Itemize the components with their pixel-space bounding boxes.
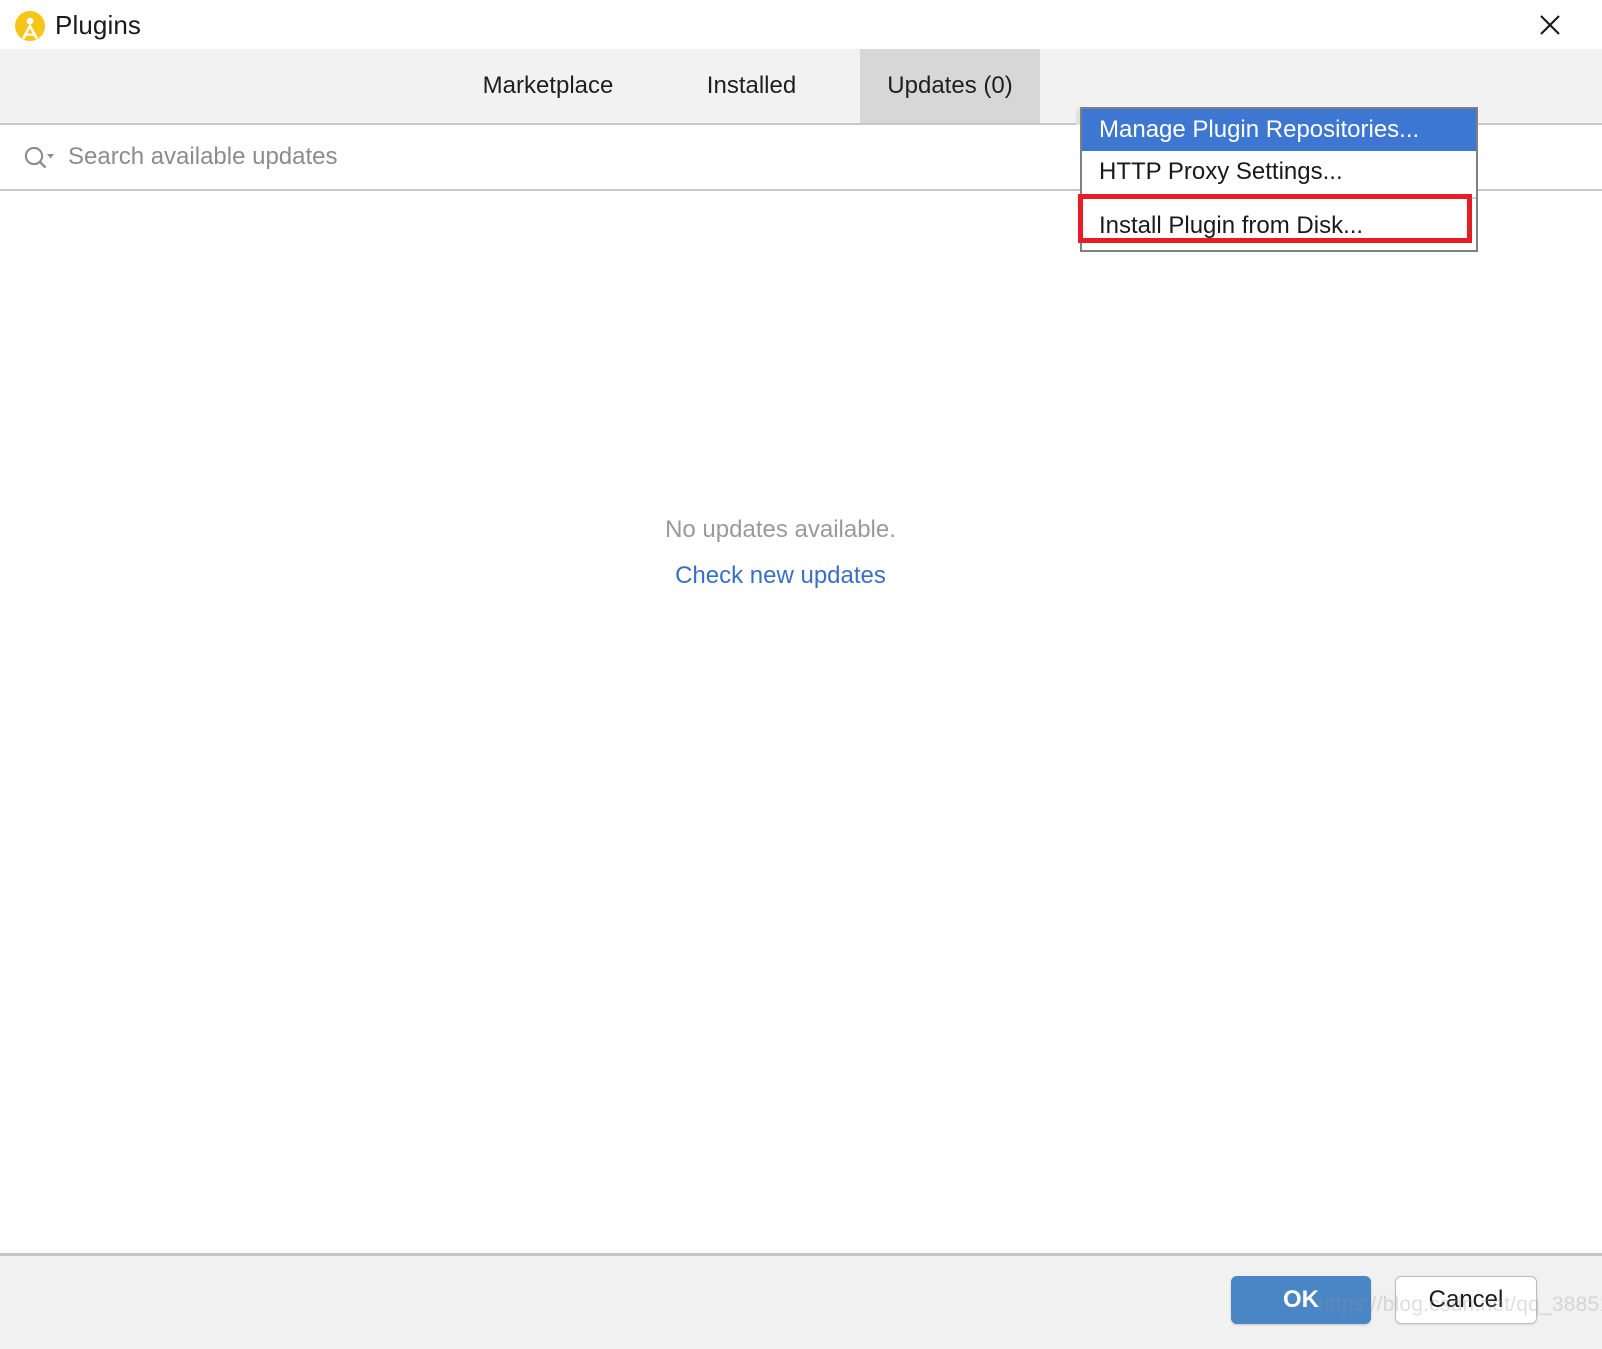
menu-item-manage-plugin-repositories[interactable]: Manage Plugin Repositories...	[1082, 109, 1476, 151]
tab-updates[interactable]: Updates (0)	[860, 49, 1040, 123]
title-bar: Plugins	[0, 0, 1602, 49]
search-input[interactable]: Search available updates	[68, 125, 338, 189]
tab-installed-label: Installed	[707, 72, 796, 100]
updates-list-panel: No updates available. Check new updates	[0, 191, 1602, 1253]
tab-updates-label: Updates (0)	[887, 72, 1012, 100]
close-icon[interactable]	[1534, 9, 1566, 41]
ok-button[interactable]: OK	[1231, 1276, 1371, 1324]
ok-button-label: OK	[1283, 1286, 1319, 1314]
empty-state-message: No updates available.	[0, 513, 1561, 547]
search-icon[interactable]	[22, 143, 56, 173]
tab-marketplace-label: Marketplace	[483, 72, 614, 100]
check-new-updates-link[interactable]: Check new updates	[675, 559, 886, 593]
settings-dropdown-menu: Manage Plugin Repositories... HTTP Proxy…	[1080, 107, 1478, 252]
menu-item-manage-plugin-repositories-label: Manage Plugin Repositories...	[1099, 116, 1419, 144]
cancel-button[interactable]: Cancel	[1395, 1276, 1537, 1324]
menu-item-install-plugin-from-disk-label: Install Plugin from Disk...	[1099, 212, 1363, 240]
cancel-button-label: Cancel	[1429, 1286, 1504, 1314]
menu-item-http-proxy-settings[interactable]: HTTP Proxy Settings...	[1082, 151, 1476, 193]
menu-item-install-plugin-from-disk[interactable]: Install Plugin from Disk...	[1082, 202, 1476, 250]
tab-installed[interactable]: Installed	[674, 49, 829, 123]
dialog-footer: OK Cancel	[0, 1253, 1602, 1349]
menu-item-http-proxy-settings-label: HTTP Proxy Settings...	[1099, 158, 1343, 186]
android-studio-icon	[13, 9, 47, 43]
page-title: Plugins	[55, 8, 141, 42]
menu-separator	[1082, 197, 1476, 199]
tab-marketplace[interactable]: Marketplace	[450, 49, 646, 123]
empty-state: No updates available. Check new updates	[0, 513, 1561, 593]
